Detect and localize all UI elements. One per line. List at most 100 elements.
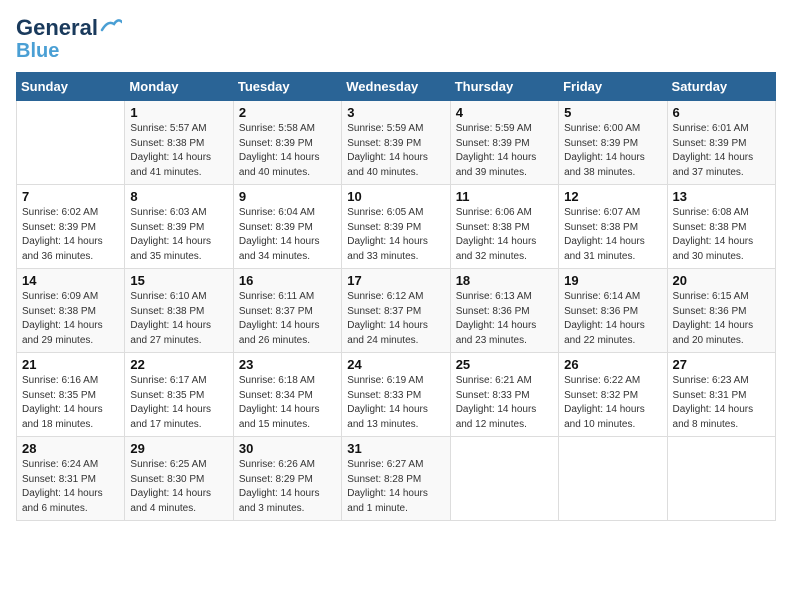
logo-text-general: General: [16, 16, 98, 40]
day-info: Sunrise: 5:57 AM Sunset: 8:38 PM Dayligh…: [130, 122, 227, 180]
col-header-thursday: Thursday: [450, 73, 558, 101]
table-cell: 12 Sunrise: 6:07 AM Sunset: 8:38 PM Dayli…: [559, 185, 667, 269]
table-cell: 9 Sunrise: 6:04 AM Sunset: 8:39 PM Daylig…: [233, 185, 341, 269]
day-number: 22: [130, 357, 227, 372]
col-header-sunday: Sunday: [17, 73, 125, 101]
table-cell: 23 Sunrise: 6:18 AM Sunset: 8:34 PM Dayli…: [233, 353, 341, 437]
table-cell: 28 Sunrise: 6:24 AM Sunset: 8:31 PM Dayli…: [17, 437, 125, 521]
table-cell: 17 Sunrise: 6:12 AM Sunset: 8:37 PM Dayli…: [342, 269, 450, 353]
col-header-monday: Monday: [125, 73, 233, 101]
day-number: 29: [130, 441, 227, 456]
day-number: 23: [239, 357, 336, 372]
table-cell: 24 Sunrise: 6:19 AM Sunset: 8:33 PM Dayli…: [342, 353, 450, 437]
day-number: 2: [239, 105, 336, 120]
table-cell: 22 Sunrise: 6:17 AM Sunset: 8:35 PM Dayli…: [125, 353, 233, 437]
day-info: Sunrise: 6:17 AM Sunset: 8:35 PM Dayligh…: [130, 374, 227, 432]
day-number: 13: [673, 189, 770, 204]
page-header: General Blue: [16, 16, 776, 62]
day-number: 24: [347, 357, 444, 372]
day-info: Sunrise: 6:22 AM Sunset: 8:32 PM Dayligh…: [564, 374, 661, 432]
table-cell: 5Sunrise: 6:00 AM Sunset: 8:39 PM Daylig…: [559, 101, 667, 185]
day-info: Sunrise: 6:07 AM Sunset: 8:38 PM Dayligh…: [564, 206, 661, 264]
table-cell: 19 Sunrise: 6:14 AM Sunset: 8:36 PM Dayli…: [559, 269, 667, 353]
day-number: 5: [564, 105, 661, 120]
table-cell: 15 Sunrise: 6:10 AM Sunset: 8:38 PM Dayli…: [125, 269, 233, 353]
day-number: 3: [347, 105, 444, 120]
day-info: Sunrise: 6:15 AM Sunset: 8:36 PM Dayligh…: [673, 290, 770, 348]
table-cell: 11Sunrise: 6:06 AM Sunset: 8:38 PM Dayli…: [450, 185, 558, 269]
day-info: Sunrise: 6:08 AM Sunset: 8:38 PM Dayligh…: [673, 206, 770, 264]
day-info: Sunrise: 6:10 AM Sunset: 8:38 PM Dayligh…: [130, 290, 227, 348]
table-cell: 2 Sunrise: 5:58 AM Sunset: 8:39 PM Daylig…: [233, 101, 341, 185]
col-header-friday: Friday: [559, 73, 667, 101]
day-number: 31: [347, 441, 444, 456]
day-number: 15: [130, 273, 227, 288]
table-cell: 27Sunrise: 6:23 AM Sunset: 8:31 PM Dayli…: [667, 353, 775, 437]
day-number: 19: [564, 273, 661, 288]
logo-text-blue: Blue: [16, 40, 59, 62]
day-number: 26: [564, 357, 661, 372]
table-cell: 7Sunrise: 6:02 AM Sunset: 8:39 PM Daylig…: [17, 185, 125, 269]
table-cell: [450, 437, 558, 521]
table-cell: 16Sunrise: 6:11 AM Sunset: 8:37 PM Dayli…: [233, 269, 341, 353]
day-info: Sunrise: 6:12 AM Sunset: 8:37 PM Dayligh…: [347, 290, 444, 348]
day-info: Sunrise: 6:27 AM Sunset: 8:28 PM Dayligh…: [347, 458, 444, 516]
day-info: Sunrise: 6:23 AM Sunset: 8:31 PM Dayligh…: [673, 374, 770, 432]
table-cell: 20 Sunrise: 6:15 AM Sunset: 8:36 PM Dayli…: [667, 269, 775, 353]
day-info: Sunrise: 6:25 AM Sunset: 8:30 PM Dayligh…: [130, 458, 227, 516]
day-info: Sunrise: 6:01 AM Sunset: 8:39 PM Dayligh…: [673, 122, 770, 180]
day-info: Sunrise: 6:11 AM Sunset: 8:37 PM Dayligh…: [239, 290, 336, 348]
table-cell: 8 Sunrise: 6:03 AM Sunset: 8:39 PM Daylig…: [125, 185, 233, 269]
day-number: 1: [130, 105, 227, 120]
day-number: 9: [239, 189, 336, 204]
day-info: Sunrise: 5:59 AM Sunset: 8:39 PM Dayligh…: [347, 122, 444, 180]
day-info: Sunrise: 6:18 AM Sunset: 8:34 PM Dayligh…: [239, 374, 336, 432]
col-header-saturday: Saturday: [667, 73, 775, 101]
day-info: Sunrise: 6:21 AM Sunset: 8:33 PM Dayligh…: [456, 374, 553, 432]
day-info: Sunrise: 6:03 AM Sunset: 8:39 PM Dayligh…: [130, 206, 227, 264]
table-cell: 30 Sunrise: 6:26 AM Sunset: 8:29 PM Dayli…: [233, 437, 341, 521]
day-number: 20: [673, 273, 770, 288]
day-number: 18: [456, 273, 553, 288]
day-number: 17: [347, 273, 444, 288]
calendar-table: SundayMondayTuesdayWednesdayThursdayFrid…: [16, 72, 776, 521]
table-cell: 10 Sunrise: 6:05 AM Sunset: 8:39 PM Dayli…: [342, 185, 450, 269]
table-cell: 26 Sunrise: 6:22 AM Sunset: 8:32 PM Dayli…: [559, 353, 667, 437]
day-info: Sunrise: 5:58 AM Sunset: 8:39 PM Dayligh…: [239, 122, 336, 180]
day-info: Sunrise: 6:06 AM Sunset: 8:38 PM Dayligh…: [456, 206, 553, 264]
table-cell: 31 Sunrise: 6:27 AM Sunset: 8:28 PM Dayli…: [342, 437, 450, 521]
table-cell: 18 Sunrise: 6:13 AM Sunset: 8:36 PM Dayli…: [450, 269, 558, 353]
day-number: 30: [239, 441, 336, 456]
day-info: Sunrise: 6:19 AM Sunset: 8:33 PM Dayligh…: [347, 374, 444, 432]
table-cell: 29 Sunrise: 6:25 AM Sunset: 8:30 PM Dayli…: [125, 437, 233, 521]
day-number: 8: [130, 189, 227, 204]
table-cell: [17, 101, 125, 185]
day-info: Sunrise: 6:26 AM Sunset: 8:29 PM Dayligh…: [239, 458, 336, 516]
table-cell: 3 Sunrise: 5:59 AM Sunset: 8:39 PM Daylig…: [342, 101, 450, 185]
col-header-wednesday: Wednesday: [342, 73, 450, 101]
day-info: Sunrise: 6:13 AM Sunset: 8:36 PM Dayligh…: [456, 290, 553, 348]
day-info: Sunrise: 6:24 AM Sunset: 8:31 PM Dayligh…: [22, 458, 119, 516]
day-number: 14: [22, 273, 119, 288]
table-cell: 14Sunrise: 6:09 AM Sunset: 8:38 PM Dayli…: [17, 269, 125, 353]
day-number: 12: [564, 189, 661, 204]
day-info: Sunrise: 6:05 AM Sunset: 8:39 PM Dayligh…: [347, 206, 444, 264]
day-number: 10: [347, 189, 444, 204]
table-cell: 21Sunrise: 6:16 AM Sunset: 8:35 PM Dayli…: [17, 353, 125, 437]
day-number: 4: [456, 105, 553, 120]
day-info: Sunrise: 6:04 AM Sunset: 8:39 PM Dayligh…: [239, 206, 336, 264]
day-number: 21: [22, 357, 119, 372]
table-cell: 13 Sunrise: 6:08 AM Sunset: 8:38 PM Dayli…: [667, 185, 775, 269]
logo-bird-icon: [100, 18, 122, 34]
table-cell: 1 Sunrise: 5:57 AM Sunset: 8:38 PM Daylig…: [125, 101, 233, 185]
table-cell: 6Sunrise: 6:01 AM Sunset: 8:39 PM Daylig…: [667, 101, 775, 185]
day-number: 28: [22, 441, 119, 456]
day-number: 25: [456, 357, 553, 372]
col-header-tuesday: Tuesday: [233, 73, 341, 101]
table-cell: [667, 437, 775, 521]
table-cell: [559, 437, 667, 521]
day-number: 7: [22, 189, 119, 204]
table-cell: 25 Sunrise: 6:21 AM Sunset: 8:33 PM Dayli…: [450, 353, 558, 437]
day-info: Sunrise: 6:14 AM Sunset: 8:36 PM Dayligh…: [564, 290, 661, 348]
table-cell: 4Sunrise: 5:59 AM Sunset: 8:39 PM Daylig…: [450, 101, 558, 185]
